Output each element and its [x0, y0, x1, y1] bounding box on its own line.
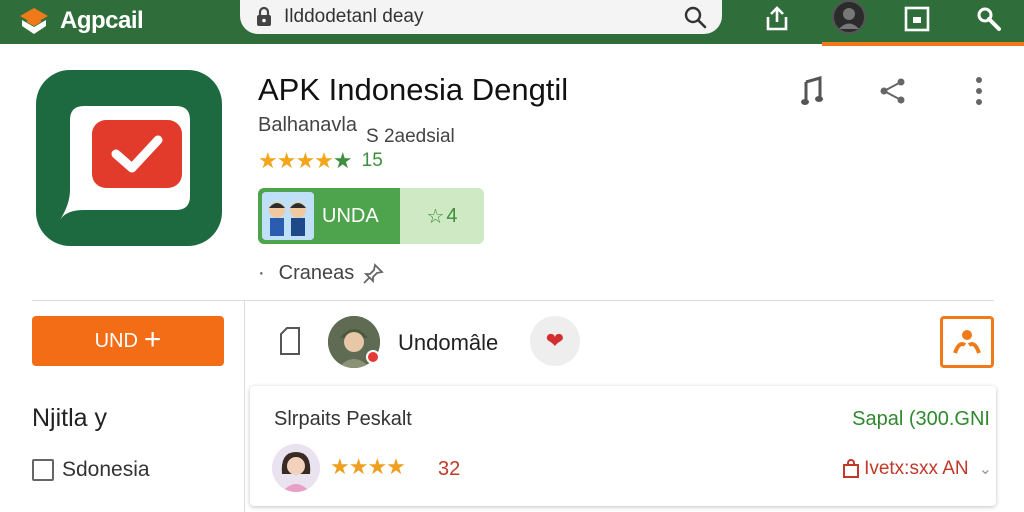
upload-icon[interactable] [762, 4, 792, 34]
checkbox-icon[interactable] [32, 459, 54, 481]
size-label: S 2aedsial [366, 126, 455, 147]
meta-row: · Craneas [258, 262, 385, 285]
avatar[interactable] [832, 0, 866, 34]
card-review[interactable]: Ivetx:sxx AN ⌄ [842, 458, 992, 480]
card-rating-stars: ★★★★ [330, 454, 406, 479]
section-divider [32, 300, 994, 301]
install-button-label: UND [94, 329, 138, 352]
card-price: Sapal (300.GNI [852, 408, 990, 430]
plus-icon: + [143, 323, 162, 356]
user-name[interactable]: Undomâle [398, 330, 498, 356]
card-avatar [272, 444, 320, 492]
window-icon[interactable] [902, 4, 932, 34]
install-badge[interactable]: UNDA ☆ 4 [258, 188, 484, 244]
pin-icon[interactable] [362, 262, 385, 285]
share-icon[interactable] [876, 74, 910, 108]
bag-icon [843, 459, 860, 478]
card-rating-count: 32 [438, 458, 461, 480]
search-bar[interactable] [240, 0, 722, 34]
sidebar-title: Njitla y [32, 404, 108, 432]
offer-card[interactable]: Slrpaits Peskalt Sapal (300.GNI ★★★★ 32 … [250, 386, 996, 506]
top-bar: Agpcail [0, 0, 1024, 46]
meta-bullet: · [258, 262, 265, 284]
chevron-down-icon[interactable]: ⌄ [979, 459, 992, 479]
install-button[interactable]: UND + [32, 316, 224, 366]
badge-label: UNDA [322, 204, 379, 227]
badge-thumbnail [262, 192, 314, 240]
meta-label[interactable]: Craneas [279, 262, 355, 285]
developer-name[interactable]: Balhanavla [258, 114, 357, 137]
topbar-accent [822, 42, 1024, 46]
sidebar-checkbox[interactable]: Sdonesia [32, 458, 150, 482]
rating-row: ★★★★★ 15 [258, 148, 383, 174]
badge-favorite[interactable]: ☆ 4 [400, 188, 484, 244]
status-badge [366, 350, 380, 364]
brand-logo-icon [20, 8, 48, 34]
heart-button[interactable]: ❤ [530, 316, 580, 366]
card-title: Slrpaits Peskalt [274, 408, 412, 430]
more-options-icon[interactable] [962, 74, 996, 108]
card-review-label: Ivetx:sxx AN [864, 458, 969, 479]
star-outline-icon: ☆ [426, 205, 445, 228]
heart-icon: ❤ [545, 328, 565, 353]
badge-star-value: 4 [446, 204, 458, 227]
brand[interactable]: Agpcail [18, 6, 144, 36]
search-icon[interactable] [682, 4, 708, 30]
checkbox-label: Sdonesia [62, 458, 150, 481]
people-button[interactable] [940, 316, 994, 368]
app-title: APK Indonesia Dengtil [258, 72, 569, 107]
search-input[interactable] [284, 6, 682, 28]
rating-stars: ★★★★★ [258, 148, 353, 173]
brand-name: Agpcail [60, 7, 144, 34]
column-divider [244, 300, 245, 512]
people-icon [953, 330, 981, 354]
app-store-page: Agpcail Ilddodetanl deay APK Indonesia D… [0, 0, 1024, 512]
music-icon[interactable] [796, 74, 830, 108]
wrench-icon[interactable] [974, 4, 1004, 34]
badge-main: UNDA [258, 188, 400, 244]
app-icon [36, 70, 222, 246]
document-icon[interactable] [278, 326, 302, 356]
rating-value: 15 [361, 150, 383, 171]
lock-icon [257, 6, 271, 26]
